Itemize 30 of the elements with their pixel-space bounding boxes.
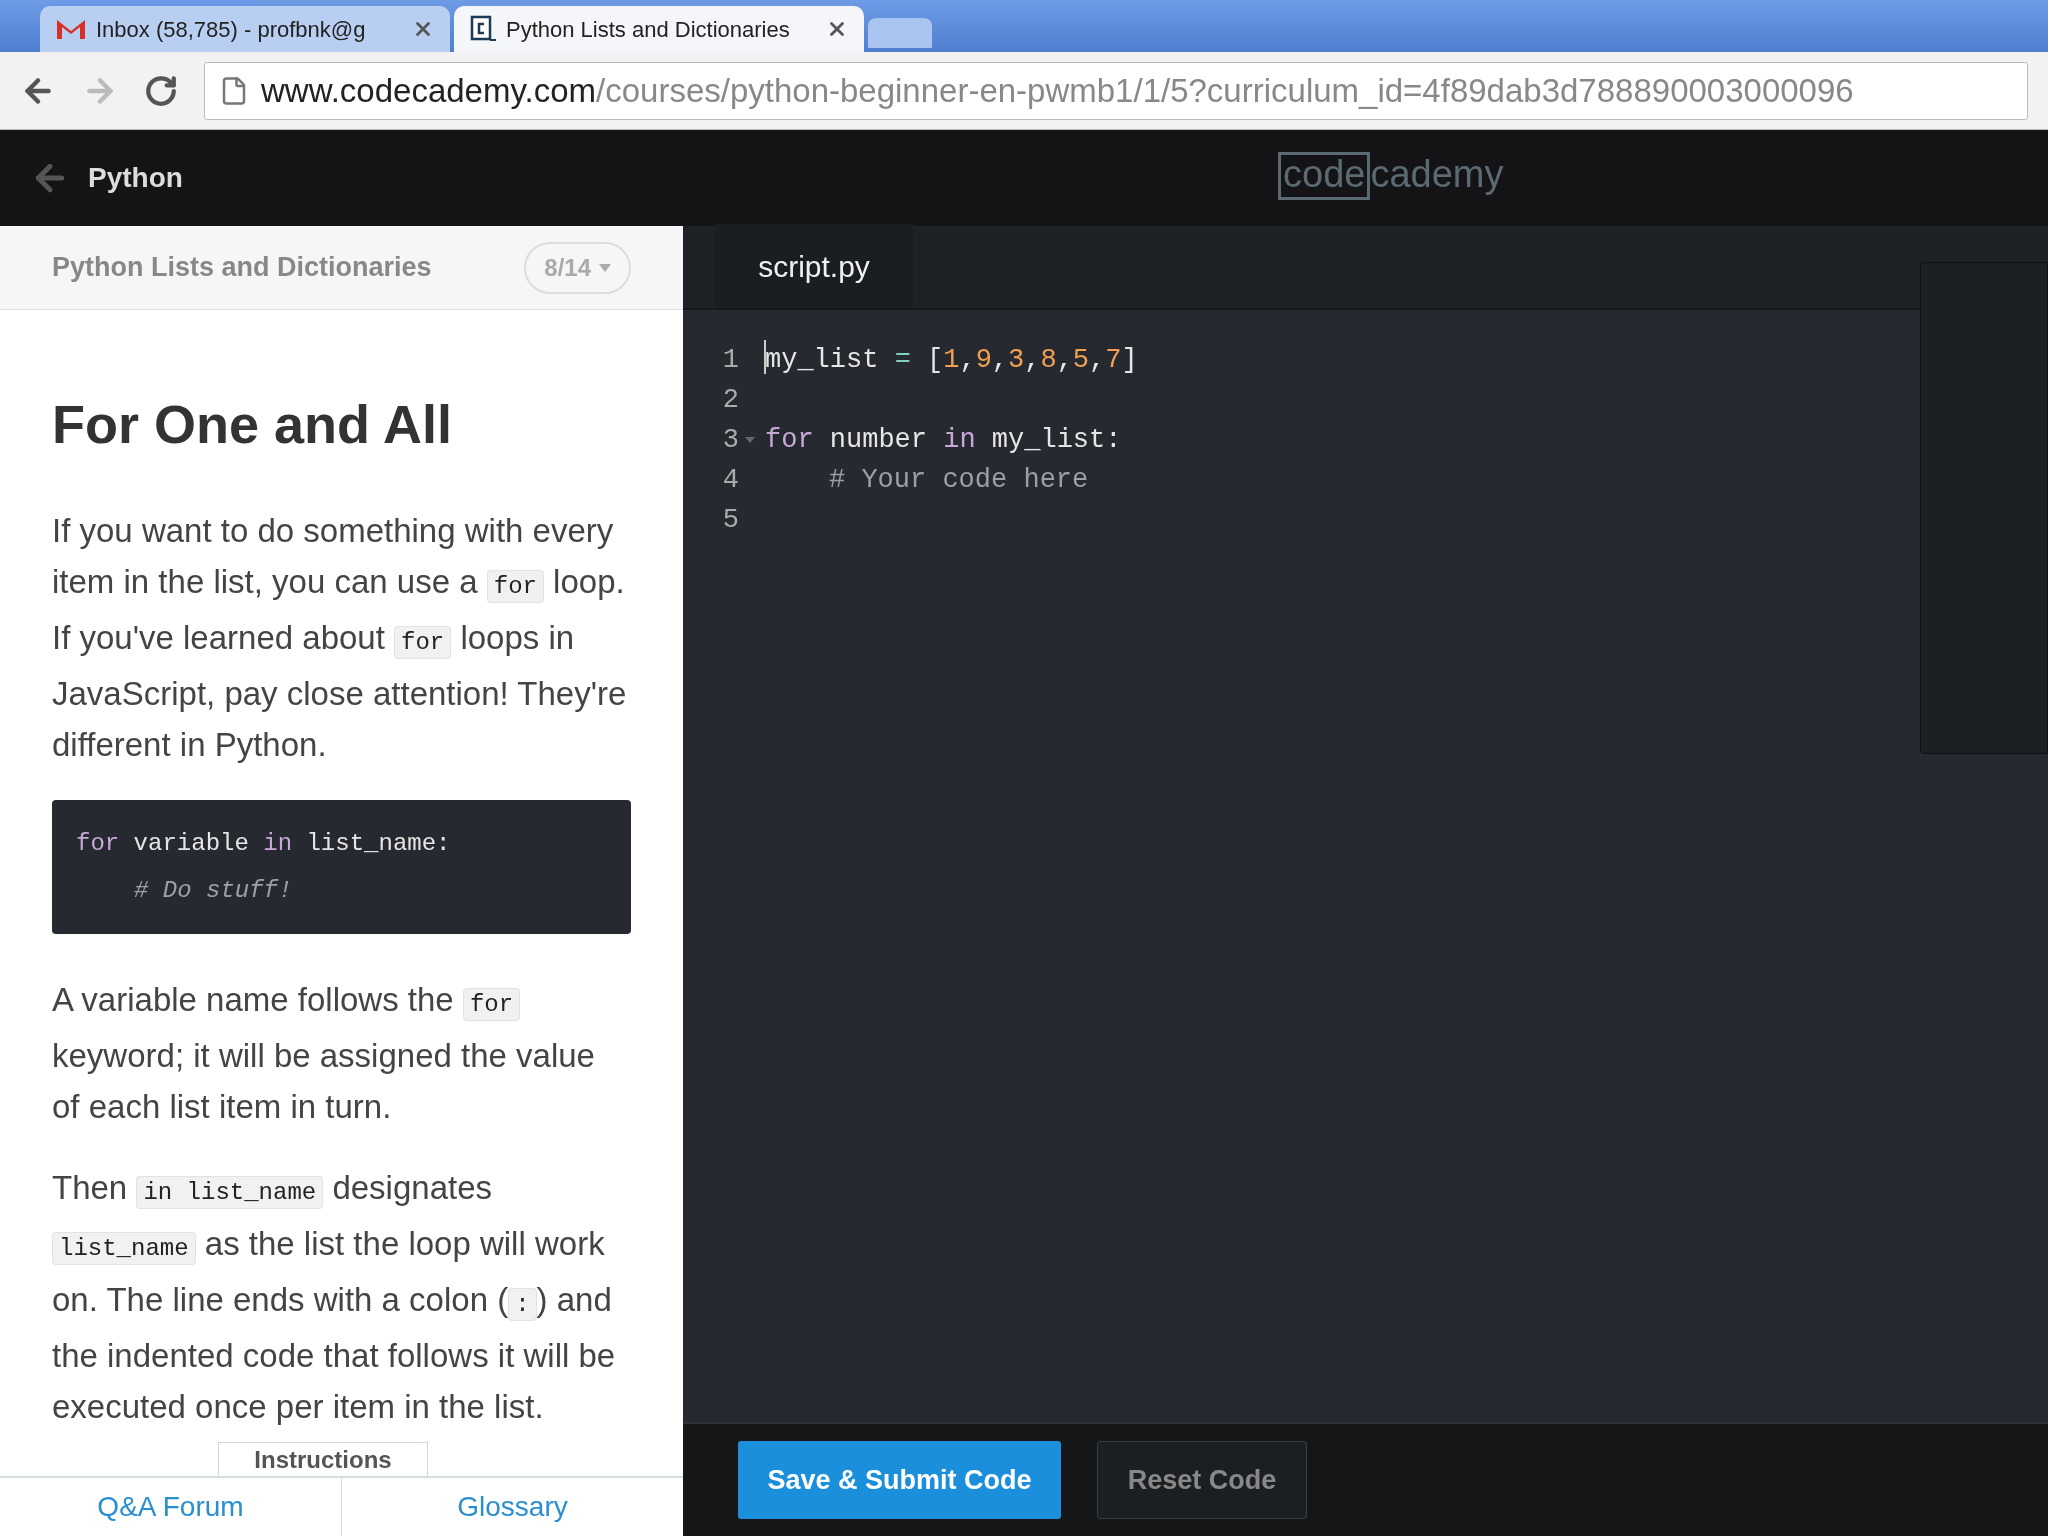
line-number: 4 <box>721 463 739 497</box>
nav-link[interactable]: Q&A Forum <box>97 1486 244 1528</box>
address-field[interactable]: www.codecademy.com/courses/python-beginner-en-pwmb1/1/5?curriculum_id=4f89dab3d788890003000096 <box>204 61 2028 120</box>
file-tab[interactable]: script.py <box>715 224 913 308</box>
reload-icon[interactable] <box>144 73 178 108</box>
lesson-paragraph: Then in list_name designates list_name as the list the loop will work on. The line ends with a colon ( : ) and the indented code that follows it will be executed once per item in the list. <box>52 1168 617 1427</box>
url-text: www.codecademy.com/courses/python-beginner-en-pwmb1/1/5?curriculum_id=4f89dab3d788890003000096 <box>261 70 1854 111</box>
lesson-paragraph: A variable name follows the for keyword; it will be assigned the value of each list item in turn. <box>52 980 596 1127</box>
fold-icon[interactable] <box>745 437 755 443</box>
lesson-paragraph: If you want to do something with every item in the list, you can use a for loop. If you've learned about for loops in JavaScript, pay close attention! They're different in Python. <box>52 511 628 765</box>
code-line: my_list = [1,9,3,8,5,7] <box>765 343 1138 377</box>
mail-icon <box>56 18 86 40</box>
site-icon <box>470 15 496 43</box>
line-number: 3 <box>721 423 739 457</box>
tab-title: Inbox (58,785) - profbnk@g <box>96 16 366 42</box>
lesson-title: For One and All <box>52 393 454 456</box>
code-example: for variable in list_name: # Do stuff! <box>52 800 631 934</box>
nav-link[interactable]: Glossary <box>457 1486 568 1528</box>
line-number: 2 <box>721 383 739 417</box>
line-number: 1 <box>721 343 739 377</box>
browser-tab[interactable]: Inbox (58,785) - profbnk@g <box>40 6 450 52</box>
caret-icon <box>599 263 611 272</box>
code-line: # Your code here <box>829 463 1089 497</box>
course-title: Python Lists and Dictionaries <box>52 251 432 285</box>
reset-button[interactable]: Reset Code <box>1097 1441 1307 1519</box>
browser-tab[interactable]: Python Lists and Dictionaries <box>454 6 864 52</box>
code-line: for number in my_list: <box>765 423 1122 457</box>
course-link[interactable]: Python <box>88 157 183 199</box>
line-number: 5 <box>721 503 739 537</box>
tab-title: Python Lists and Dictionaries <box>506 16 790 42</box>
